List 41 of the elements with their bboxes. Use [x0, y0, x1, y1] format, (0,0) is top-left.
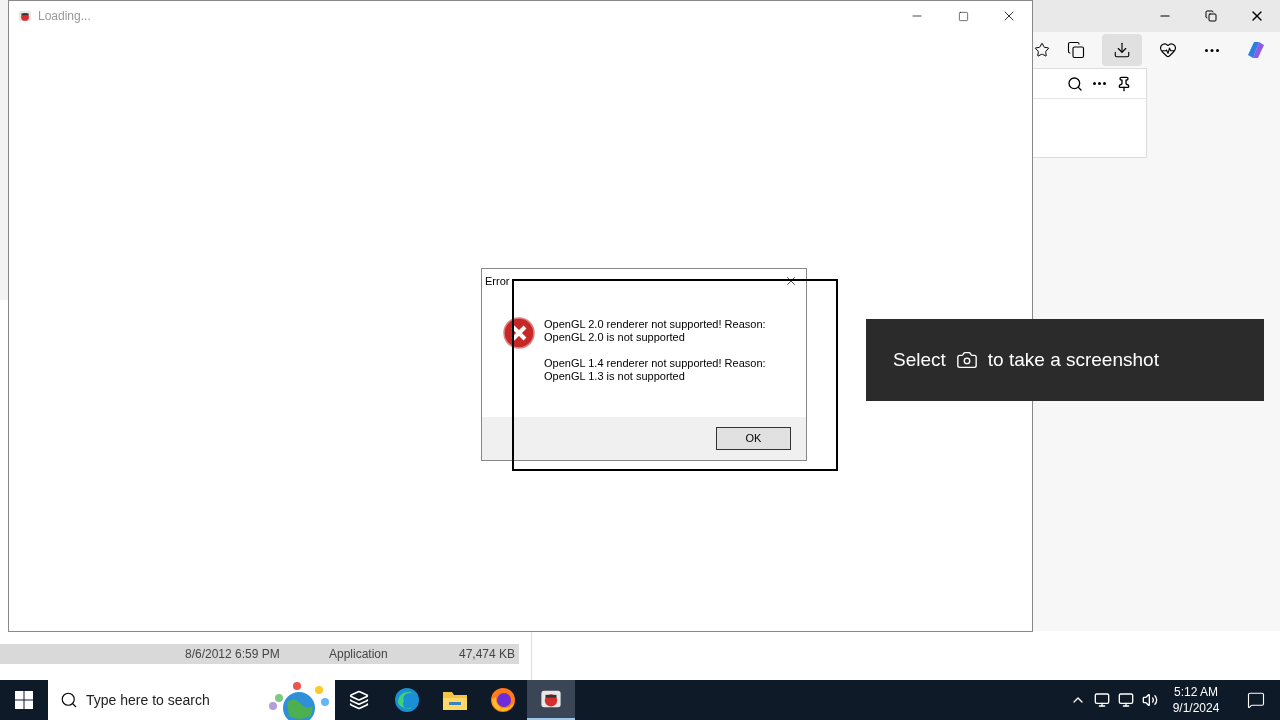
collections-icon [1067, 41, 1085, 59]
size-cell-text: 47,474 KB [457, 646, 515, 663]
file-row[interactable]: 8/6/2012 6:59 PM Application 47,474 KB [0, 644, 519, 664]
more-icon [1205, 48, 1219, 52]
ok-button[interactable]: OK [716, 427, 791, 450]
download-icon [1113, 41, 1131, 59]
error-message: OpenGL 1.4 renderer not supported! Reason: OpenGL 1.3 is not supported [544, 357, 766, 383]
windows-icon [15, 691, 33, 709]
taskbar-button[interactable] [527, 680, 575, 720]
error-icon [503, 317, 535, 349]
search-button[interactable] [1067, 75, 1083, 92]
pin-button[interactable] [1116, 75, 1132, 92]
window-title: Loading... [38, 8, 91, 25]
downloads-button[interactable] [1102, 34, 1142, 66]
search-icon [1067, 75, 1083, 92]
app-icon [18, 9, 32, 23]
device-icon [1094, 692, 1110, 708]
star-icon [1034, 42, 1050, 58]
more-icon [1093, 82, 1106, 85]
search-field[interactable]: Type here to search [48, 680, 335, 720]
restore-icon [1205, 10, 1217, 22]
search-icon [60, 691, 78, 709]
close-icon [784, 274, 798, 288]
pin-icon [1116, 75, 1132, 92]
more-button[interactable] [1093, 82, 1106, 85]
heart-icon [1159, 41, 1177, 59]
folder-icon [442, 689, 468, 711]
notification-icon [1247, 691, 1265, 709]
clock[interactable]: 5:12 AM 9/1/2024 [1166, 684, 1226, 716]
camera-icon [955, 349, 978, 371]
volume-icon [1142, 692, 1158, 708]
dialog-title: Error [485, 273, 510, 289]
maximize-icon [957, 10, 969, 22]
task-view-icon [349, 690, 369, 710]
app-icon [540, 688, 562, 710]
type-cell-text: Application [329, 646, 389, 663]
copilot-icon [1245, 39, 1267, 61]
toast-text: Select [893, 347, 946, 372]
date-cell-text: 8/6/2012 6:59 PM [185, 646, 281, 663]
error-message: OpenGL 2.0 renderer not supported! Reason: OpenGL 2.0 is not supported [544, 318, 766, 344]
toast-text: to take a screenshot [987, 347, 1159, 372]
